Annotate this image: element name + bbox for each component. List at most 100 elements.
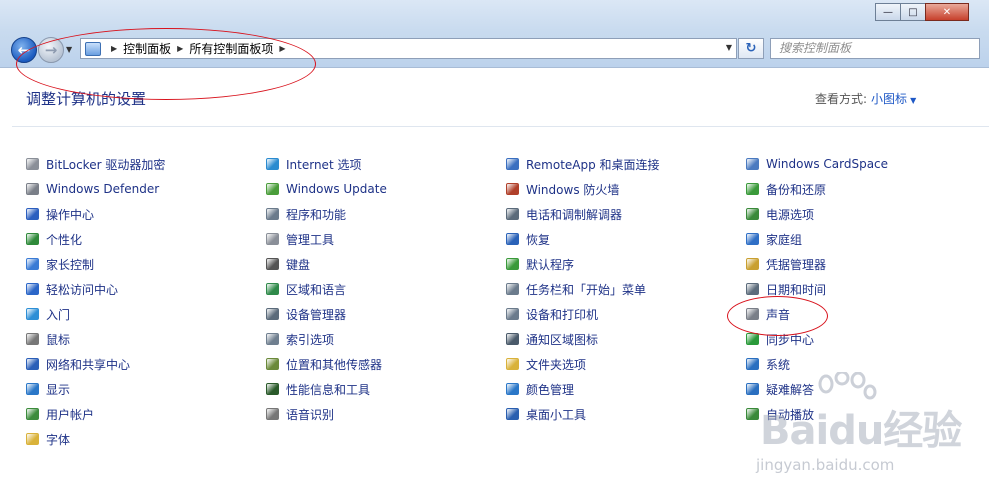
backup-restore-icon: [744, 181, 760, 197]
item-label: RemoteApp 和桌面连接: [526, 157, 660, 172]
item-label: 位置和其他传感器: [286, 357, 383, 372]
item-label: 个性化: [46, 232, 83, 247]
item-default-programs[interactable]: 默认程序: [504, 253, 574, 275]
item-microphone[interactable]: 语音识别: [264, 403, 334, 425]
item-label: 文件夹选项: [526, 357, 587, 372]
sensors-icon: [264, 356, 280, 372]
item-date-time[interactable]: 日期和时间: [744, 278, 826, 300]
item-power-options[interactable]: 电源选项: [744, 203, 814, 225]
item-label: 同步中心: [766, 332, 815, 347]
view-by-label: 查看方式:: [815, 92, 868, 106]
refresh-icon: ↻: [745, 41, 757, 56]
item-label: 程序和功能: [286, 207, 347, 222]
item-label: 系统: [766, 357, 791, 372]
item-fonts-folder[interactable]: 字体: [24, 428, 70, 450]
region-language-icon: [264, 281, 280, 297]
item-firewall[interactable]: Windows 防火墙: [504, 178, 619, 200]
item-sensors[interactable]: 位置和其他传感器: [264, 353, 382, 375]
homegroup-icon: [744, 231, 760, 247]
item-network[interactable]: 网络和共享中心: [24, 353, 130, 375]
item-label: 显示: [46, 382, 71, 397]
item-cardspace[interactable]: Windows CardSpace: [744, 153, 888, 175]
item-windows-update[interactable]: Windows Update: [264, 178, 387, 200]
item-parental-controls[interactable]: 家长控制: [24, 253, 94, 275]
color-management-icon: [504, 381, 520, 397]
item-display[interactable]: 显示: [24, 378, 70, 400]
back-button[interactable]: ←: [11, 37, 37, 63]
item-programs-features[interactable]: 程序和功能: [264, 203, 346, 225]
item-bitlocker[interactable]: BitLocker 驱动器加密: [24, 153, 165, 175]
item-recovery[interactable]: 恢复: [504, 228, 550, 250]
parental-controls-icon: [24, 256, 40, 272]
item-keyboard[interactable]: 键盘: [264, 253, 310, 275]
item-admin-tools[interactable]: 管理工具: [264, 228, 334, 250]
item-folder-options[interactable]: 文件夹选项: [504, 353, 586, 375]
display-icon: [24, 381, 40, 397]
search-input[interactable]: 搜索控制面板: [770, 38, 980, 59]
breadcrumb-arrow-icon[interactable]: ▶: [279, 44, 285, 53]
item-homegroup[interactable]: 家庭组: [744, 228, 802, 250]
breadcrumb-control-panel[interactable]: 控制面板: [123, 40, 171, 57]
address-bar[interactable]: ▶ 控制面板 ▶ 所有控制面板项 ▶ ▼: [80, 38, 737, 59]
date-time-icon: [744, 281, 760, 297]
minimize-button[interactable]: —: [875, 3, 901, 21]
forward-button[interactable]: →: [38, 37, 64, 63]
remoteapp-icon: [504, 156, 520, 172]
item-mouse[interactable]: 鼠标: [24, 328, 70, 350]
item-label: 恢复: [526, 232, 551, 247]
item-label: 颜色管理: [526, 382, 575, 397]
view-by-dropdown[interactable]: 小图标: [871, 92, 907, 106]
item-ease-of-access[interactable]: 轻松访问中心: [24, 278, 118, 300]
indexing-icon: [264, 331, 280, 347]
chevron-down-icon[interactable]: ▼: [910, 96, 916, 105]
address-dropdown-icon[interactable]: ▼: [726, 43, 732, 52]
item-label: 用户帐户: [46, 407, 95, 422]
item-gadgets[interactable]: 桌面小工具: [504, 403, 586, 425]
item-remoteapp[interactable]: RemoteApp 和桌面连接: [504, 153, 660, 175]
item-personalization[interactable]: 个性化: [24, 228, 82, 250]
item-user-accounts[interactable]: 用户帐户: [24, 403, 94, 425]
item-credential-manager[interactable]: 凭据管理器: [744, 253, 826, 275]
item-label: 设备和打印机: [526, 307, 599, 322]
item-region-language[interactable]: 区域和语言: [264, 278, 346, 300]
refresh-button[interactable]: ↻: [738, 38, 764, 59]
admin-tools-icon: [264, 231, 280, 247]
item-label: 区域和语言: [286, 282, 347, 297]
item-action-center-flag[interactable]: 操作中心: [24, 203, 94, 225]
view-by: 查看方式: 小图标 ▼: [815, 90, 916, 107]
credential-manager-icon: [744, 256, 760, 272]
item-internet-options[interactable]: Internet 选项: [264, 153, 361, 175]
item-label: Windows Defender: [46, 182, 160, 196]
item-sync-center[interactable]: 同步中心: [744, 328, 814, 350]
maximize-button[interactable]: □: [900, 3, 926, 21]
item-label: Windows 防火墙: [526, 182, 620, 197]
item-notification[interactable]: 通知区域图标: [504, 328, 598, 350]
item-device-manager[interactable]: 设备管理器: [264, 303, 346, 325]
explorer-toolbar: — □ ✕ ← → ▼ ▶ 控制面板 ▶ 所有控制面板项 ▶ ▼ ↻ 搜索控制面…: [0, 0, 989, 68]
keyboard-icon: [264, 256, 280, 272]
item-label: 通知区域图标: [526, 332, 599, 347]
getting-started-icon: [24, 306, 40, 322]
item-backup-restore[interactable]: 备份和还原: [744, 178, 826, 200]
item-system[interactable]: 系统: [744, 353, 790, 375]
breadcrumb-arrow-icon[interactable]: ▶: [111, 44, 117, 53]
item-performance[interactable]: 性能信息和工具: [264, 378, 370, 400]
breadcrumb-all-items[interactable]: 所有控制面板项: [189, 40, 273, 57]
item-getting-started[interactable]: 入门: [24, 303, 70, 325]
close-button[interactable]: ✕: [925, 3, 969, 21]
item-speaker[interactable]: 声音: [744, 303, 790, 325]
item-indexing[interactable]: 索引选项: [264, 328, 334, 350]
item-taskbar[interactable]: 任务栏和「开始」菜单: [504, 278, 646, 300]
item-color-management[interactable]: 颜色管理: [504, 378, 574, 400]
item-defender[interactable]: Windows Defender: [24, 178, 159, 200]
item-label: Windows Update: [286, 182, 387, 196]
action-center-flag-icon: [24, 206, 40, 222]
window-controls: — □ ✕: [875, 3, 969, 21]
watermark-title: Baidu经验: [760, 408, 962, 454]
breadcrumb-arrow-icon[interactable]: ▶: [177, 44, 183, 53]
item-label: 电源选项: [766, 207, 815, 222]
item-printer[interactable]: 设备和打印机: [504, 303, 598, 325]
item-phone-modem[interactable]: 电话和调制解调器: [504, 203, 622, 225]
recent-pages-dropdown[interactable]: ▼: [66, 45, 72, 54]
item-label: Internet 选项: [286, 157, 362, 172]
